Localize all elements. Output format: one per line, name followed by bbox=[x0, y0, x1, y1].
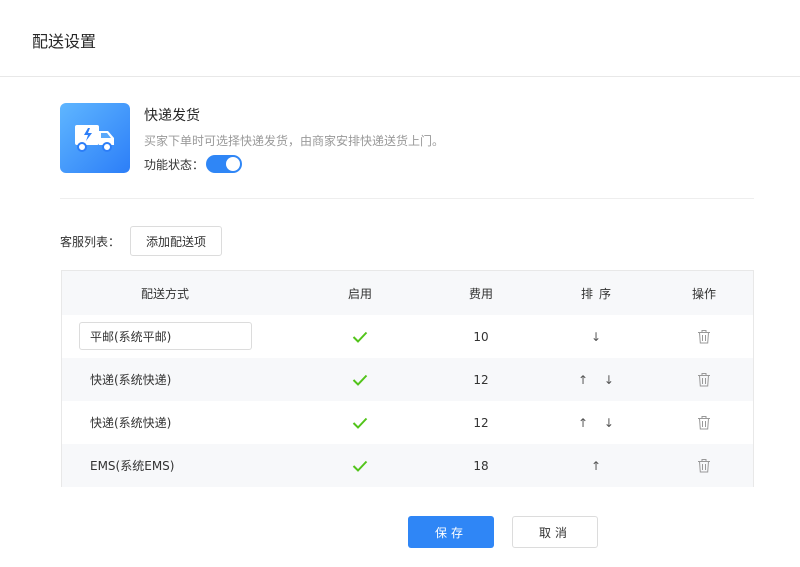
toggle-knob bbox=[226, 157, 240, 171]
table-row: EMS(系统EMS) 18 ↑ bbox=[62, 444, 753, 487]
sort-arrows[interactable]: ↑ bbox=[547, 444, 651, 487]
sort-arrows[interactable]: ↑ ↓ bbox=[547, 401, 651, 444]
check-icon[interactable] bbox=[308, 444, 412, 487]
feature-title: 快递发货 bbox=[144, 108, 200, 124]
section-divider bbox=[60, 198, 754, 199]
column-header-sort: 排序 bbox=[580, 286, 617, 301]
check-icon[interactable] bbox=[308, 401, 412, 444]
check-icon[interactable] bbox=[308, 315, 412, 358]
feature-status-toggle[interactable] bbox=[206, 155, 242, 173]
method-name-input[interactable] bbox=[79, 322, 252, 350]
feature-description: 买家下单时可选择快递发货，由商家安排快递送货上门。 bbox=[144, 134, 445, 148]
table-row: 10 ↓ bbox=[62, 315, 753, 358]
column-header-enabled: 启用 bbox=[347, 286, 372, 301]
method-name: 快递(系统快递) bbox=[90, 416, 172, 430]
method-name: EMS(系统EMS) bbox=[90, 459, 175, 473]
header-divider bbox=[0, 76, 800, 77]
trash-icon[interactable] bbox=[652, 358, 756, 401]
check-icon[interactable] bbox=[308, 358, 412, 401]
save-button[interactable]: 保存 bbox=[408, 516, 494, 548]
delivery-truck-icon bbox=[60, 103, 130, 173]
table-header: 配送方式 启用 费用 排序 操作 bbox=[62, 271, 753, 315]
trash-icon[interactable] bbox=[652, 444, 756, 487]
trash-icon[interactable] bbox=[652, 315, 756, 358]
delivery-table: 配送方式 启用 费用 排序 操作 10 ↓ 快递(系统快递) 12 ↑ ↓ 快递… bbox=[61, 270, 754, 487]
column-header-method: 配送方式 bbox=[140, 286, 189, 301]
sort-arrows[interactable]: ↑ ↓ bbox=[547, 358, 651, 401]
table-row: 快递(系统快递) 12 ↑ ↓ bbox=[62, 358, 753, 401]
table-row: 快递(系统快递) 12 ↑ ↓ bbox=[62, 401, 753, 444]
column-header-fee: 费用 bbox=[468, 286, 493, 301]
trash-icon[interactable] bbox=[652, 401, 756, 444]
fee-value: 12 bbox=[473, 372, 489, 387]
fee-value: 12 bbox=[473, 415, 489, 430]
add-delivery-item-button[interactable]: 添加配送项 bbox=[130, 226, 222, 256]
list-label: 客服列表： bbox=[60, 235, 121, 249]
column-header-actions: 操作 bbox=[691, 286, 716, 301]
cancel-button[interactable]: 取消 bbox=[512, 516, 598, 548]
fee-value: 10 bbox=[473, 329, 489, 344]
feature-status-label: 功能状态： bbox=[144, 158, 205, 172]
page-title: 配送设置 bbox=[32, 32, 97, 51]
fee-value: 18 bbox=[473, 458, 489, 473]
sort-arrows[interactable]: ↓ bbox=[547, 315, 651, 358]
method-name: 快递(系统快递) bbox=[90, 373, 172, 387]
